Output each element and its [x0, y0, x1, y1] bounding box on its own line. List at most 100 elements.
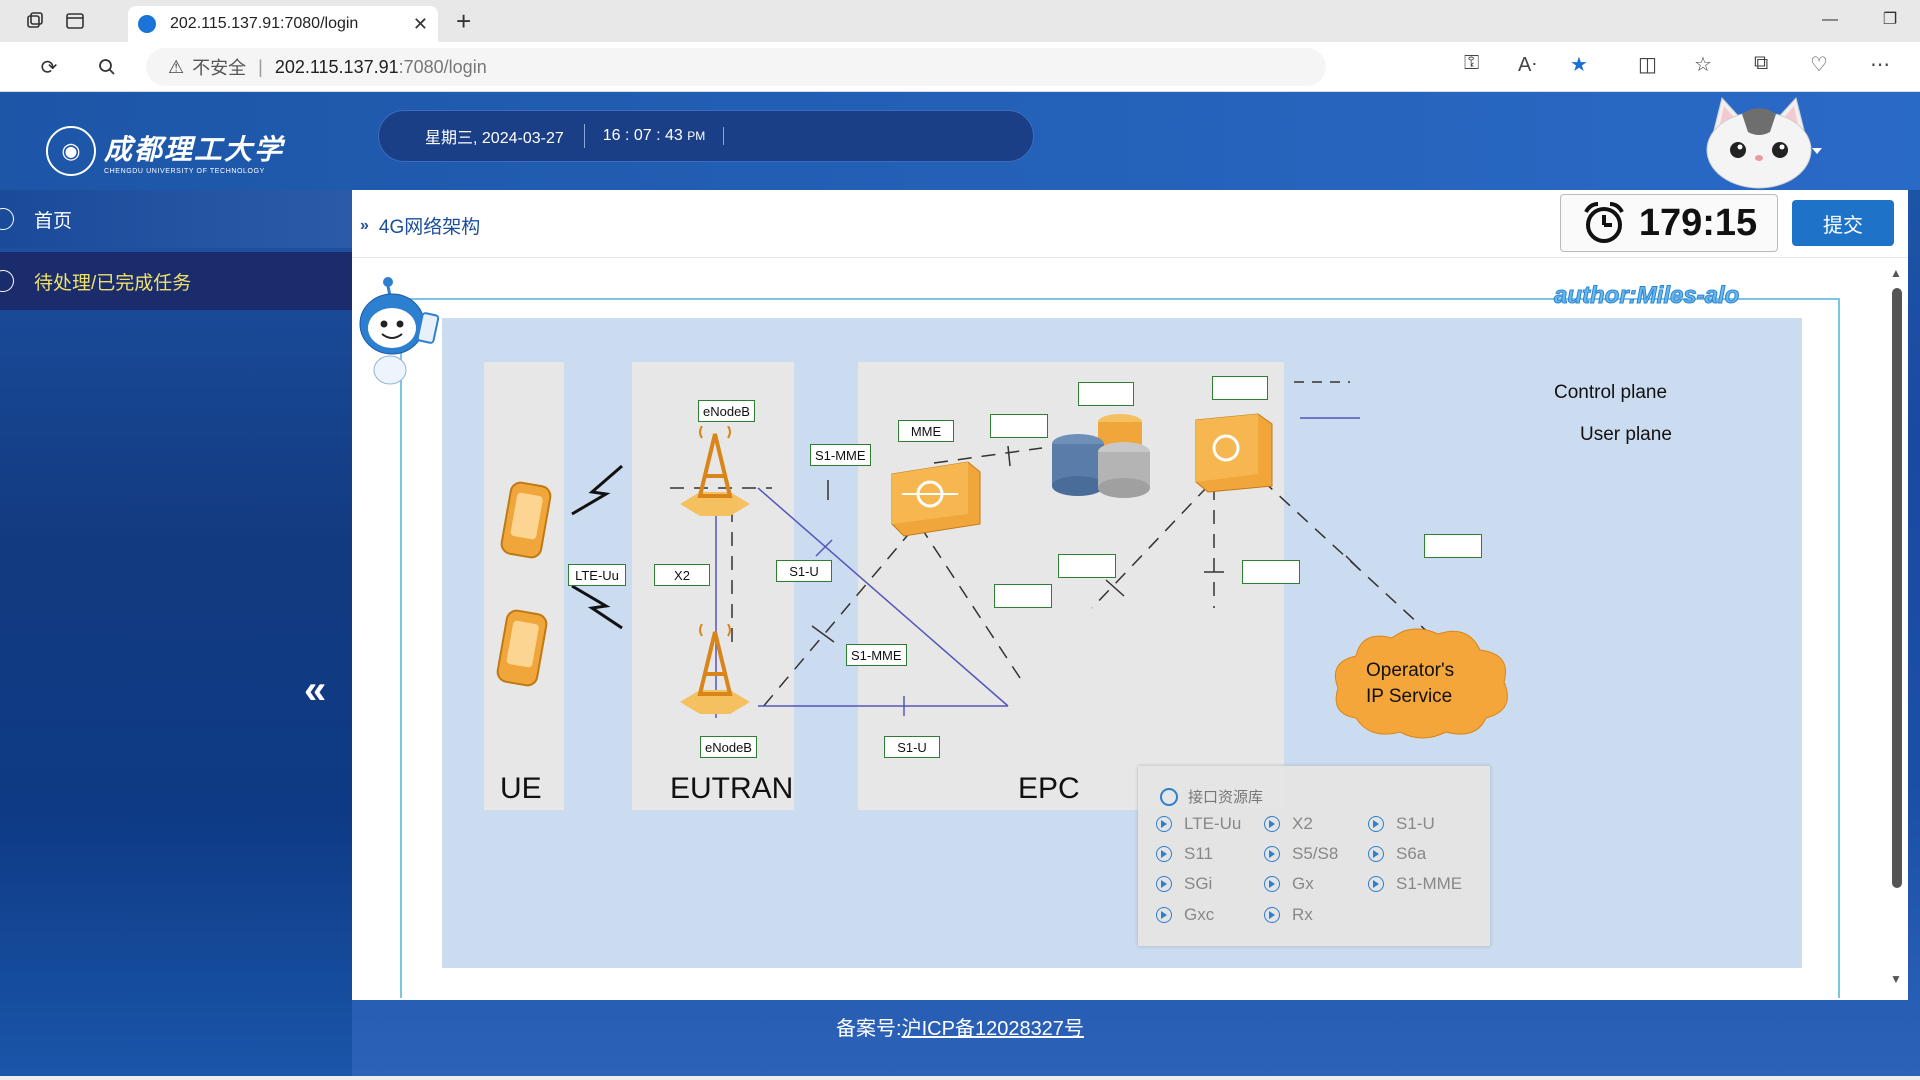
sidebar-item-home[interactable]: 首页 [0, 190, 352, 248]
answer-slot-3[interactable] [990, 414, 1048, 438]
timer-value: 179:15 [1638, 201, 1758, 244]
refresh-icon[interactable]: ⟳ [34, 52, 64, 82]
collapse-sidebar-button[interactable]: « [304, 668, 326, 713]
interface-option[interactable]: Rx [1264, 905, 1313, 925]
sidebar-item-tasks[interactable]: 待处理/已完成任务 [0, 252, 352, 310]
label-s1-mme-top: S1-MME [810, 444, 871, 466]
breadcrumb: » 4G网络架构 [360, 212, 480, 239]
logo-en: CHENGDU UNIVERSITY OF TECHNOLOGY [104, 167, 265, 175]
play-icon [1264, 907, 1280, 923]
play-icon [1368, 816, 1384, 832]
label-s1-mme-mid: S1-MME [846, 644, 907, 666]
interface-label: X2 [1292, 814, 1313, 833]
label-enodeb-top: eNodeB [698, 400, 755, 422]
answer-slot-1[interactable] [1078, 382, 1134, 406]
footer: 备案号:沪ICP备12028327号 [0, 1006, 1920, 1052]
scrollbar-thumb[interactable] [1892, 288, 1902, 888]
favorite-star-icon[interactable]: ★ [1570, 52, 1588, 77]
phone-icon-2 [496, 609, 548, 687]
interface-label: Gx [1292, 874, 1314, 893]
answer-slot-2[interactable] [1212, 376, 1268, 400]
panel-title: 接口资源库 [1188, 789, 1264, 806]
play-icon [1156, 907, 1172, 923]
answer-slot-5[interactable] [994, 584, 1052, 608]
label-s1-u-mid: S1-U [776, 560, 832, 582]
scroll-down-icon[interactable]: ▼ [1890, 972, 1902, 986]
interface-option[interactable]: S6a [1368, 844, 1426, 864]
date-text: 星期三, 2024-03-27 [379, 124, 585, 148]
interface-option[interactable]: S5/S8 [1264, 844, 1338, 864]
interface-library-panel: 接口资源库 LTE-Uu X2 S1-U S11 S5/S8 S6a SGi G… [1138, 766, 1490, 946]
answer-slot-7[interactable] [1424, 534, 1482, 558]
cat-mascot-icon[interactable] [1694, 92, 1824, 192]
key-icon[interactable]: ⚿ [1464, 52, 1479, 75]
legend-control-plane: Control plane [1554, 382, 1668, 403]
tab-actions-icon[interactable] [62, 8, 88, 34]
interface-label: S5/S8 [1292, 844, 1339, 863]
url-field[interactable]: ⚠ 不安全 | 202.115.137.91:7080/login [146, 48, 1326, 86]
split-screen-icon[interactable]: ◫ [1638, 52, 1657, 77]
interface-option[interactable]: SGi [1156, 874, 1212, 894]
footer-prefix: 备案号: [836, 1018, 902, 1040]
more-menu-icon[interactable]: ⋯ [1870, 52, 1890, 77]
interface-label: S1-MME [1396, 874, 1463, 893]
interface-option[interactable]: Gxc [1156, 905, 1214, 925]
frame-border-right [1838, 298, 1840, 998]
read-aloud-icon[interactable]: Aᐧ [1518, 52, 1536, 77]
university-logo: ◉ 成都理工大学 CHENGDU UNIVERSITY OF TECHNOLOG… [46, 126, 284, 176]
restore-icon[interactable]: ❐ [1860, 0, 1920, 42]
cloud-line-2: IP Service [1366, 686, 1453, 707]
interface-label: Rx [1292, 905, 1313, 924]
favorites-icon[interactable]: ☆ [1694, 52, 1712, 77]
icp-link[interactable]: 沪ICP备12028327号 [902, 1018, 1084, 1040]
search-icon[interactable] [92, 52, 122, 82]
play-icon [1264, 876, 1280, 892]
mme-router-icon [891, 461, 981, 537]
enodeb-tower-icon-1 [680, 426, 750, 516]
url-separator: | [258, 56, 263, 77]
logo-cn: 成都理工大学 [104, 132, 285, 166]
play-icon [1264, 846, 1280, 862]
database-icon [1052, 414, 1150, 498]
label-mme: MME [898, 420, 954, 442]
minimize-icon[interactable]: — [1800, 0, 1860, 42]
play-icon [1156, 876, 1172, 892]
play-icon [1368, 846, 1384, 862]
interface-option[interactable]: LTE-Uu [1156, 814, 1241, 834]
insecure-label: 不安全 [192, 58, 247, 78]
time-group: 16 : 07 : 43 PM [585, 127, 725, 145]
submit-button[interactable]: 提交 [1792, 200, 1894, 246]
label-lte-uu: LTE-Uu [568, 564, 626, 586]
panel-header: 接口资源库 [1160, 786, 1263, 807]
interface-label: S1-U [1396, 814, 1435, 833]
workspaces-icon[interactable] [22, 8, 48, 34]
interface-option[interactable]: S11 [1156, 844, 1213, 864]
gateway-router-icon [1195, 413, 1273, 493]
datetime-pill: 星期三, 2024-03-27 16 : 07 : 43 PM [378, 110, 1034, 162]
page-title: 4G网络架构 [378, 217, 481, 238]
browser-essentials-icon[interactable]: ♡ [1810, 52, 1828, 77]
collections-icon[interactable]: ⧉ [1754, 52, 1768, 75]
browser-tab-bar: 202.115.137.91:7080/login ✕ + — ❐ [0, 0, 1920, 42]
author-watermark: author:Miles-alo [1553, 282, 1740, 310]
interface-option[interactable]: S1-U [1368, 814, 1435, 834]
breadcrumb-bar: » 4G网络架构 179:15 提交 [352, 190, 1908, 258]
tab-title: 202.115.137.91:7080/login [170, 15, 359, 32]
interface-label: Gxc [1184, 905, 1215, 924]
play-icon [1368, 876, 1384, 892]
new-tab-button[interactable]: + [456, 6, 471, 37]
interface-option[interactable]: Gx [1264, 874, 1314, 894]
alarm-clock-icon [1584, 202, 1624, 243]
interface-option[interactable]: S1-MME [1368, 874, 1462, 894]
main-content: » 4G网络架构 179:15 提交 author:Miles-alo UE E… [352, 190, 1908, 1000]
close-tab-icon[interactable]: ✕ [413, 14, 428, 35]
interface-option[interactable]: X2 [1264, 814, 1313, 834]
app-root: ◉ 成都理工大学 CHENGDU UNIVERSITY OF TECHNOLOG… [0, 92, 1920, 1080]
scroll-up-icon[interactable]: ▲ [1890, 266, 1902, 280]
interface-label: LTE-Uu [1184, 814, 1242, 833]
browser-tab-active[interactable]: 202.115.137.91:7080/login ✕ [128, 6, 438, 42]
answer-slot-4[interactable] [1058, 554, 1116, 578]
cloud-line-1: Operator's [1366, 660, 1455, 681]
play-icon [1264, 816, 1280, 832]
answer-slot-6[interactable] [1242, 560, 1300, 584]
